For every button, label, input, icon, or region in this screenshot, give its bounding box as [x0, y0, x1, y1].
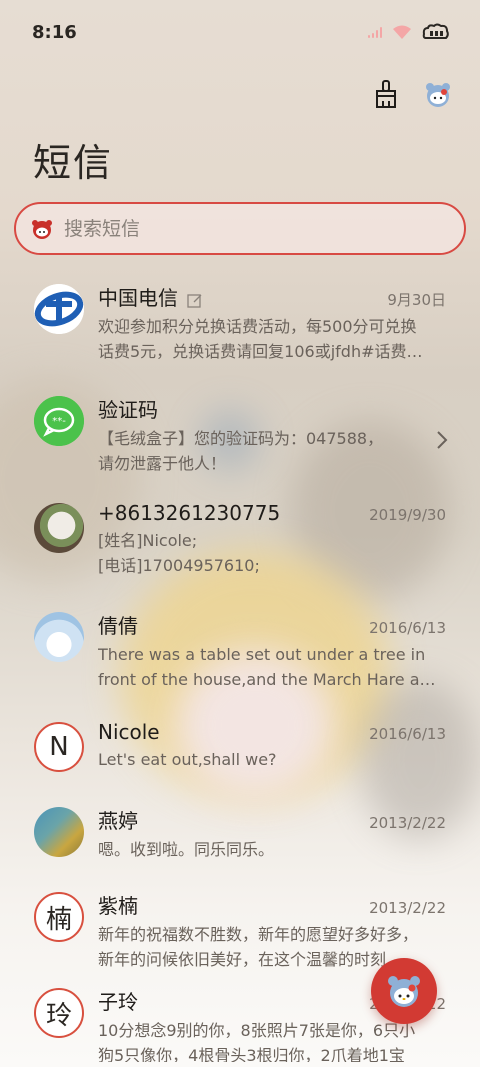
clean-button[interactable]: [370, 78, 402, 110]
message-preview: 【毛绒盒子】您的验证码为：047588， 请勿泄露于他人！: [98, 429, 384, 473]
signal-icon: [368, 26, 382, 38]
contact-name: +8613261230775: [98, 501, 281, 525]
chevron-right-icon[interactable]: [436, 430, 448, 450]
list-item[interactable]: 燕婷 2013/2/22 嗯。收到啦。同乐同乐。: [0, 791, 480, 876]
message-preview: 欢迎参加积分兑换话费活动，每500分可兑换 话费5元，兑换话费请回复106或jf…: [98, 317, 423, 361]
letter-avatar: 玲: [34, 988, 84, 1038]
message-date: 2013/2/22: [369, 814, 446, 832]
contact-name: 验证码: [98, 398, 158, 422]
contact-name: 中国电信: [98, 286, 178, 310]
message-preview: There was a table set out under a tree i…: [98, 645, 444, 689]
list-item[interactable]: 中国电信 9月30日 欢迎参加积分兑换话费活动，每500分可兑换 话费5元，兑换…: [0, 268, 480, 380]
letter-avatar: N: [34, 722, 84, 772]
contact-name: Nicole: [98, 720, 160, 744]
photo-polar-bear-avatar: [34, 612, 84, 662]
list-item[interactable]: N Nicole 2016/6/13 Let's eat out,shall w…: [0, 706, 480, 791]
contact-name: 子玲: [98, 990, 138, 1014]
draft-icon: [187, 293, 202, 308]
list-item[interactable]: 倩倩 2016/6/13 There was a table set out u…: [0, 596, 480, 706]
battery-icon: [422, 23, 449, 39]
message-date: 2016/6/13: [369, 619, 446, 637]
page-title: 短信: [33, 141, 114, 185]
contact-name: 燕婷: [98, 809, 138, 833]
status-time: 8:16: [32, 22, 77, 43]
list-item[interactable]: **- 验证码 【毛绒盒子】您的验证码为：047588， 请勿泄露于他人！: [0, 380, 480, 487]
search-bar[interactable]: [14, 202, 466, 255]
status-icons: [368, 22, 450, 42]
china-telecom-logo: [34, 284, 84, 334]
photo-landscape-avatar: [34, 807, 84, 857]
broom-icon: [376, 80, 396, 108]
search-kitty-icon: [32, 219, 52, 239]
list-item[interactable]: +8613261230775 2019/9/30 [姓名]Nicole; [电话…: [0, 487, 480, 596]
compose-button[interactable]: [371, 958, 437, 1024]
status-bar: 8:16: [0, 0, 480, 68]
top-toolbar: [370, 78, 454, 110]
photo-plush-toy-avatar: [34, 503, 84, 553]
wifi-icon: [393, 25, 411, 39]
message-date: 9月30日: [387, 291, 446, 309]
message-list: 中国电信 9月30日 欢迎参加积分兑换话费活动，每500分可兑换 话费5元，兑换…: [0, 268, 480, 1062]
message-preview: [姓名]Nicole; [电话]17004957610;: [98, 531, 260, 575]
search-input[interactable]: [64, 217, 464, 240]
svg-text:**-: **-: [52, 416, 66, 427]
settings-button[interactable]: [422, 78, 454, 110]
message-preview: 嗯。收到啦。同乐同乐。: [98, 840, 275, 859]
message-date: 2019/9/30: [369, 506, 446, 524]
contact-name: 紫楠: [98, 894, 138, 918]
letter-avatar: 楠: [34, 892, 84, 942]
hello-kitty-icon: [426, 83, 450, 107]
message-preview: Let's eat out,shall we?: [98, 750, 277, 769]
contact-name: 倩倩: [98, 614, 138, 638]
verification-chat-icon: **-: [34, 396, 84, 446]
message-date: 2013/2/22: [369, 899, 446, 917]
message-date: 2016/6/13: [369, 725, 446, 743]
hello-kitty-icon: [388, 976, 420, 1007]
message-preview: 10分想念9别的你，8张照片7张是你，6只小 狗5只像你，4根骨头3根归你，2爪…: [98, 1021, 416, 1062]
